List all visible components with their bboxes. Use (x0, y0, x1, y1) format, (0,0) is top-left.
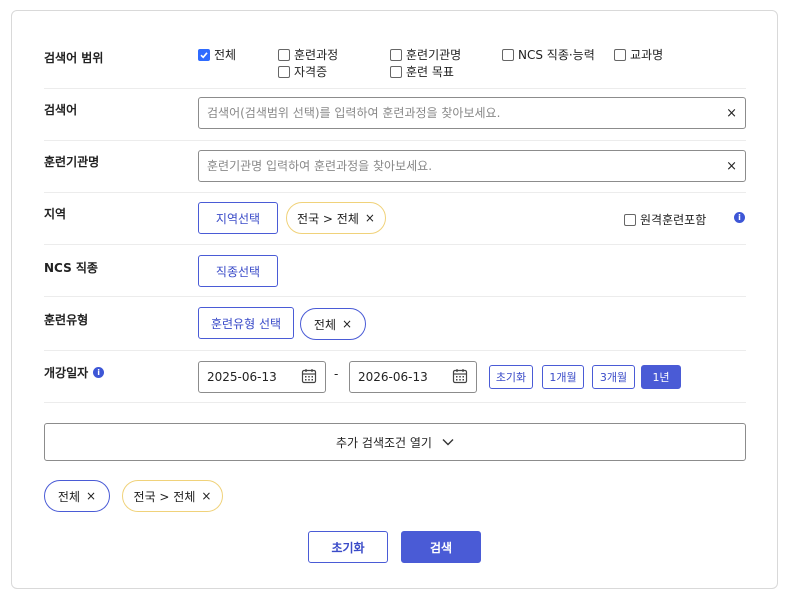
start-date-to-value: 2026-06-13 (358, 370, 428, 384)
training-type-label: 훈련유형 (44, 313, 89, 327)
scope-option-label: 훈련과정 (294, 48, 339, 62)
checkbox-icon[interactable] (502, 48, 514, 61)
region-select-button[interactable]: 지역선택 (198, 202, 278, 234)
scope-checkbox-certificate[interactable]: 자격증 (278, 63, 327, 80)
remote-training-checkbox[interactable]: 원격훈련포함 (624, 211, 706, 228)
selected-chip-label: 전체 (57, 489, 81, 504)
scope-checkbox-ncs[interactable]: NCS 직종·능력 (502, 46, 595, 63)
row-ncs: NCS 직종 직종선택 (44, 245, 746, 297)
row-institution: 훈련기관명 × (44, 141, 746, 193)
region-chip-label: 전국 > 전체 (297, 211, 359, 226)
scope-option-label: 훈련 목표 (406, 65, 454, 79)
institution-field: × (198, 150, 746, 182)
calendar-icon[interactable] (452, 368, 468, 387)
keyword-input[interactable] (207, 106, 727, 120)
training-type-chip: 전체 × (300, 308, 366, 340)
scope-option-label: 전체 (214, 48, 237, 62)
search-button[interactable]: 검색 (401, 531, 481, 563)
ncs-label: NCS 직종 (44, 261, 98, 275)
checkbox-icon[interactable] (278, 65, 290, 78)
scope-checkbox-course[interactable]: 훈련과정 (278, 46, 338, 63)
keyword-clear-icon[interactable]: × (726, 107, 737, 120)
selected-chip-remove-icon[interactable]: × (201, 489, 211, 503)
checkbox-icon[interactable] (278, 48, 290, 61)
selected-chip-label: 전국 > 전체 (133, 489, 196, 504)
calendar-icon[interactable] (301, 368, 317, 387)
scope-option-label: NCS 직종·능력 (518, 48, 595, 62)
expand-label: 추가 검색조건 열기 (336, 435, 432, 450)
start-date-from-field[interactable]: 2025-06-13 (198, 361, 326, 393)
training-type-chip-remove-icon[interactable]: × (342, 317, 352, 331)
selected-chip-region: 전국 > 전체 × (122, 480, 223, 512)
institution-label: 훈련기관명 (44, 155, 100, 169)
scope-checkbox-subject[interactable]: 교과명 (614, 46, 663, 63)
reset-button[interactable]: 초기화 (308, 531, 388, 563)
start-date-label-text: 개강일자 (44, 366, 89, 380)
remote-training-label: 원격훈련포함 (640, 213, 707, 227)
row-region: 지역 지역선택 전국 > 전체 × 원격훈련포함 i (44, 193, 746, 245)
date-1year-button[interactable]: 1년 (641, 365, 681, 389)
keyword-label: 검색어 (44, 103, 78, 117)
remote-info-icon[interactable]: i (734, 212, 745, 223)
date-1month-button[interactable]: 1개월 (542, 365, 584, 389)
ncs-select-button[interactable]: 직종선택 (198, 255, 278, 287)
row-keyword: 검색어 × (44, 89, 746, 141)
start-date-info-icon[interactable]: i (93, 367, 105, 378)
checkbox-icon[interactable] (390, 48, 402, 61)
start-date-label: 개강일자 i (44, 364, 105, 381)
scope-option-label: 훈련기관명 (406, 48, 462, 62)
training-type-select-button[interactable]: 훈련유형 선택 (198, 307, 294, 339)
date-3month-button[interactable]: 3개월 (592, 365, 635, 389)
start-date-from-value: 2025-06-13 (207, 370, 277, 384)
region-chip-remove-icon[interactable]: × (365, 211, 375, 225)
region-label: 지역 (44, 207, 67, 221)
start-date-to-field[interactable]: 2026-06-13 (349, 361, 477, 393)
checkbox-icon[interactable] (624, 213, 636, 226)
keyword-field: × (198, 97, 746, 129)
chevron-down-icon (442, 435, 454, 449)
selected-chip-remove-icon[interactable]: × (86, 489, 96, 503)
scope-option-label: 자격증 (294, 65, 328, 79)
scope-checkbox-institution[interactable]: 훈련기관명 (390, 46, 461, 63)
scope-checkbox-goal[interactable]: 훈련 목표 (390, 63, 454, 80)
row-training-type: 훈련유형 훈련유형 선택 전체 × (44, 297, 746, 351)
row-start-date: 개강일자 i 2025-06-13 - 2026-06-13 초기화 1개월 3… (44, 351, 746, 403)
search-scope-label: 검색어 범위 (44, 51, 104, 65)
institution-input[interactable] (207, 159, 727, 173)
checkbox-icon[interactable] (614, 48, 626, 61)
scope-checkbox-all[interactable]: 전체 (198, 46, 236, 63)
checkbox-checked-icon[interactable] (198, 48, 210, 61)
region-chip: 전국 > 전체 × (286, 202, 386, 234)
row-search-scope: 검색어 범위 전체 훈련과정 훈련기관명 NCS 직종·능력 교과명 자격증 훈… (44, 35, 746, 89)
date-reset-button[interactable]: 초기화 (489, 365, 533, 389)
date-range-separator: - (334, 367, 339, 381)
checkbox-icon[interactable] (390, 65, 402, 78)
training-type-chip-label: 전체 (313, 317, 337, 332)
institution-clear-icon[interactable]: × (726, 160, 737, 173)
search-filter-panel: 검색어 범위 전체 훈련과정 훈련기관명 NCS 직종·능력 교과명 자격증 훈… (11, 10, 778, 589)
selected-chip-training-type: 전체 × (44, 480, 110, 512)
scope-option-label: 교과명 (630, 48, 664, 62)
expand-search-conditions-button[interactable]: 추가 검색조건 열기 (44, 423, 746, 461)
